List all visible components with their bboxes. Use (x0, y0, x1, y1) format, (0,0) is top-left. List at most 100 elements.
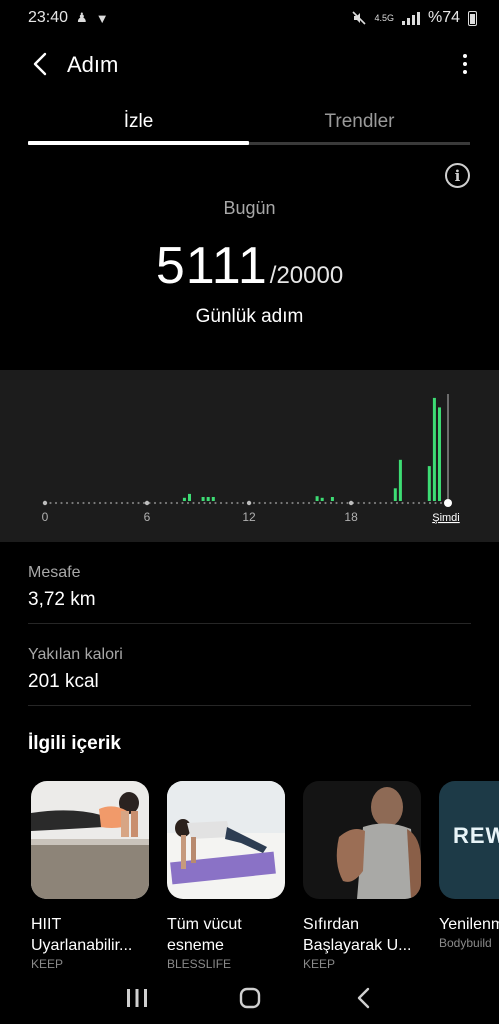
chart-baseline-dot (285, 501, 289, 505)
chart-baseline-dot (175, 501, 179, 505)
chart-baseline-dot (142, 501, 146, 505)
chart-baseline-dot (120, 501, 124, 505)
chart-baseline-dot (252, 501, 256, 505)
chart-baseline-dot (214, 501, 217, 505)
info-icon: i (454, 166, 461, 185)
chart-baseline-dot (406, 501, 410, 505)
chart-baseline-dot (379, 501, 382, 505)
chart-baseline-dot (98, 501, 102, 505)
chart-baseline-dot (153, 501, 157, 505)
chart-baseline-dot (324, 501, 327, 505)
chart-baseline-dot (115, 501, 118, 505)
chart-baseline-dot (208, 501, 212, 505)
chart-baseline-dot (192, 501, 195, 505)
calories-label: Yakılan kalori (28, 646, 123, 663)
daily-steps-label: Günlük adım (195, 306, 304, 327)
status-left: 23:40 ♟ ▼ (28, 9, 109, 27)
chart-baseline-dot (428, 501, 432, 505)
chart-baseline-dot (104, 501, 107, 505)
card-title: Yenilenm (439, 916, 499, 933)
card-thumbnail-text: REWI (453, 823, 499, 848)
card-source: BLESSLIFE (167, 957, 232, 971)
chart-bar (182, 497, 186, 501)
chart-baseline-dot (203, 501, 206, 505)
chart-baseline-dot (76, 501, 80, 505)
chart-baseline-dot (230, 501, 234, 505)
battery-icon (468, 10, 477, 26)
divider (28, 705, 471, 706)
content-card[interactable]: REWI Yenilenm Bodybuild (439, 781, 499, 950)
battery-percent: %74 (427, 9, 460, 26)
steps-chart-svg: 0 6 12 18 Şimdi (42, 394, 460, 524)
chart-tick-dot (144, 500, 150, 506)
chart-x-tick-label: 0 (42, 510, 49, 524)
content-card[interactable]: Tüm vücut esneme BLESSLIFE (167, 781, 285, 971)
related-content-carousel[interactable]: HIIT Uyarlanabilir... KEEP Tüm vücut esn… (31, 781, 499, 971)
chart-bar (201, 497, 205, 501)
chart-baseline-dot (93, 501, 96, 505)
chart-baseline-dot (423, 501, 426, 505)
tab-track[interactable]: İzle (28, 100, 249, 144)
flashlight-icon: ▼ (95, 10, 109, 26)
chart-bar (320, 497, 324, 501)
chart-baseline-dot (186, 501, 190, 505)
card-source: KEEP (31, 957, 64, 971)
chart-bar (330, 497, 334, 501)
chart-bar (211, 497, 215, 501)
chart-baseline-dot (159, 501, 162, 505)
related-content-title: İlgili içerik (28, 733, 121, 754)
nav-back-button[interactable] (343, 978, 383, 1018)
chart-baseline-dot (412, 501, 415, 505)
chart-bar (432, 397, 436, 501)
chart-baseline-dot (225, 501, 228, 505)
chart-baseline-dot (181, 501, 184, 505)
distance-value: 3,72 km (28, 589, 96, 610)
chart-baseline-dot (274, 501, 278, 505)
steps-chart[interactable]: 0 6 12 18 Şimdi (0, 370, 499, 542)
recents-button[interactable] (117, 978, 157, 1018)
content-card[interactable]: HIIT Uyarlanabilir... KEEP (31, 781, 149, 971)
chart-baseline-dot (280, 501, 283, 505)
chart-baseline-dot (137, 501, 140, 505)
card-title-line2: Uyarlanabilir... (31, 937, 133, 954)
distance-stat: Mesafe 3,72 km (28, 564, 471, 611)
chart-baseline-dot (170, 501, 173, 505)
content-card[interactable]: Sıfırdan Başlayarak U... KEEP (303, 781, 421, 971)
card-thumbnail (167, 781, 285, 899)
chart-baseline-dot (82, 501, 85, 505)
back-icon (357, 987, 369, 1009)
chart-baseline-dot (329, 501, 333, 505)
back-button[interactable] (26, 50, 54, 78)
page-title: Adım (67, 52, 119, 77)
system-nav-bar (0, 972, 499, 1024)
chart-bar (438, 407, 441, 501)
chart-bar (315, 496, 319, 501)
tab-trends[interactable]: Trendler (249, 100, 470, 144)
more-options-button[interactable] (457, 50, 473, 78)
card-title-line2: Başlayarak U... (303, 937, 412, 954)
info-button[interactable]: i (445, 163, 470, 188)
status-right: 4.5G %74 (352, 9, 477, 27)
chart-baseline-dot (335, 501, 338, 505)
chevron-left-icon (33, 52, 47, 76)
chart-x-tick-label: 6 (144, 510, 151, 524)
chart-baseline-dot (269, 501, 272, 505)
chart-bar (393, 488, 397, 501)
chart-bar (398, 459, 402, 501)
card-title: Sıfırdan (303, 916, 360, 933)
today-label: Bugün (223, 198, 276, 218)
chart-baseline-dot (236, 501, 239, 505)
signal-icon (401, 11, 420, 25)
chart-baseline-dot (384, 501, 388, 505)
more-vert-icon (463, 54, 467, 58)
chart-bar (427, 466, 431, 501)
divider (28, 623, 471, 624)
card-title: HIIT (31, 916, 62, 933)
chart-baseline-dot (401, 501, 404, 505)
chart-baseline-dot (197, 501, 201, 505)
chart-baseline-dot (71, 501, 74, 505)
home-button[interactable] (230, 978, 270, 1018)
chart-x-tick-label: Şimdi (432, 512, 460, 524)
network-type: 4.5G (374, 12, 394, 23)
card-source: KEEP (303, 957, 336, 971)
